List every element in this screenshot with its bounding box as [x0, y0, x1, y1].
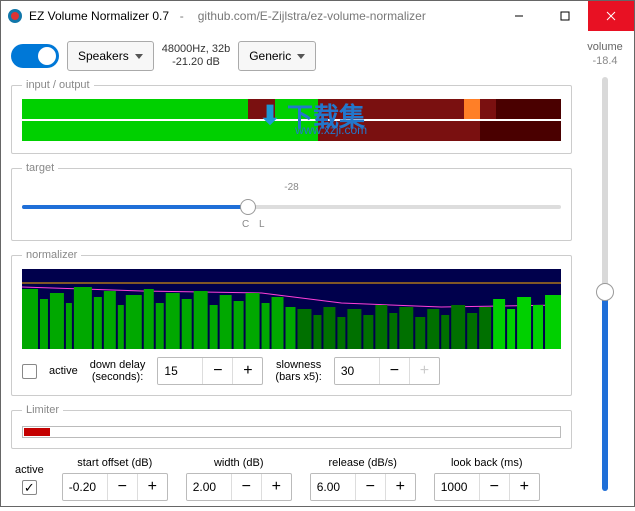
- sample-rate: 48000Hz, 32b: [162, 43, 231, 56]
- app-icon: [7, 8, 23, 24]
- minus-button[interactable]: −: [202, 358, 232, 384]
- downdelay-spinner[interactable]: − +: [157, 357, 263, 385]
- lookback-input[interactable]: [435, 474, 479, 500]
- downdelay-label: down delay(seconds):: [90, 359, 146, 383]
- slowness-label: slowness(bars x5):: [275, 359, 321, 383]
- start-offset-input[interactable]: [63, 474, 107, 500]
- caret-icon: [135, 54, 143, 59]
- release-spinner[interactable]: − +: [310, 473, 416, 501]
- io-meters: ⬇ 下载集 www.xzji.com: [22, 99, 561, 143]
- close-button[interactable]: [588, 1, 634, 31]
- titlebar: EZ Volume Normalizer 0.7 - github.com/E-…: [1, 1, 634, 31]
- caret-icon: [297, 54, 305, 59]
- normalizer-active-label: active: [49, 365, 78, 377]
- release-input[interactable]: [311, 474, 355, 500]
- target-value: -28: [22, 182, 561, 193]
- title-text: EZ Volume Normalizer 0.7 - github.com/E-…: [29, 9, 496, 23]
- limiter-meter: [22, 426, 561, 438]
- limiter-legend: Limiter: [22, 404, 63, 416]
- downdelay-input[interactable]: [158, 358, 202, 384]
- plus-button[interactable]: +: [509, 474, 539, 500]
- slowness-input[interactable]: [335, 358, 379, 384]
- slowness-spinner[interactable]: − +: [334, 357, 440, 385]
- device-label: Speakers: [78, 49, 129, 63]
- release-label: release (dB/s): [329, 457, 397, 469]
- plus-button[interactable]: +: [232, 358, 262, 384]
- minus-button[interactable]: −: [479, 474, 509, 500]
- tick-c: C: [238, 219, 254, 230]
- normalizer-group: normalizer: [11, 249, 572, 396]
- target-slider[interactable]: [22, 195, 561, 219]
- maximize-button[interactable]: [542, 1, 588, 31]
- start-offset-label: start offset (dB): [77, 457, 152, 469]
- io-legend: input / output: [22, 79, 94, 91]
- minus-button[interactable]: −: [107, 474, 137, 500]
- width-spinner[interactable]: − +: [186, 473, 292, 501]
- target-legend: target: [22, 162, 58, 174]
- volume-slider[interactable]: [594, 77, 616, 491]
- sample-info: 48000Hz, 32b -21.20 dB: [162, 43, 231, 69]
- plus-button[interactable]: +: [385, 474, 415, 500]
- normalizer-chart: [22, 269, 561, 349]
- minus-button[interactable]: −: [379, 358, 409, 384]
- preset-label: Generic: [249, 49, 291, 63]
- plus-button[interactable]: +: [137, 474, 167, 500]
- minimize-button[interactable]: [496, 1, 542, 31]
- plus-button[interactable]: +: [409, 358, 439, 384]
- width-label: width (dB): [214, 457, 264, 469]
- target-group: target -28 C L: [11, 162, 572, 241]
- preset-dropdown[interactable]: Generic: [238, 41, 316, 71]
- db-level: -21.20 dB: [162, 56, 231, 69]
- limiter-active-checkbox[interactable]: [22, 480, 37, 495]
- volume-panel: volume -18.4: [582, 31, 634, 511]
- lookback-spinner[interactable]: − +: [434, 473, 540, 501]
- normalizer-legend: normalizer: [22, 249, 81, 261]
- lookback-label: look back (ms): [451, 457, 523, 469]
- device-dropdown[interactable]: Speakers: [67, 41, 154, 71]
- normalizer-active-checkbox[interactable]: [22, 364, 37, 379]
- power-toggle[interactable]: [11, 44, 59, 68]
- app-name: EZ Volume Normalizer 0.7: [29, 9, 169, 23]
- minus-button[interactable]: −: [231, 474, 261, 500]
- limiter-group: Limiter: [11, 404, 572, 449]
- start-offset-spinner[interactable]: − +: [62, 473, 168, 501]
- limiter-active-label: active: [15, 464, 44, 476]
- window: EZ Volume Normalizer 0.7 - github.com/E-…: [0, 0, 635, 507]
- volume-label: volume: [587, 41, 622, 53]
- top-row: Speakers 48000Hz, 32b -21.20 dB Generic: [11, 41, 572, 71]
- plus-button[interactable]: +: [261, 474, 291, 500]
- minus-button[interactable]: −: [355, 474, 385, 500]
- repo-link[interactable]: github.com/E-Zijlstra/ez-volume-normaliz…: [198, 9, 426, 23]
- tick-l: L: [254, 219, 270, 230]
- width-input[interactable]: [187, 474, 231, 500]
- volume-value: -18.4: [592, 55, 617, 67]
- io-group: input / output: [11, 79, 572, 154]
